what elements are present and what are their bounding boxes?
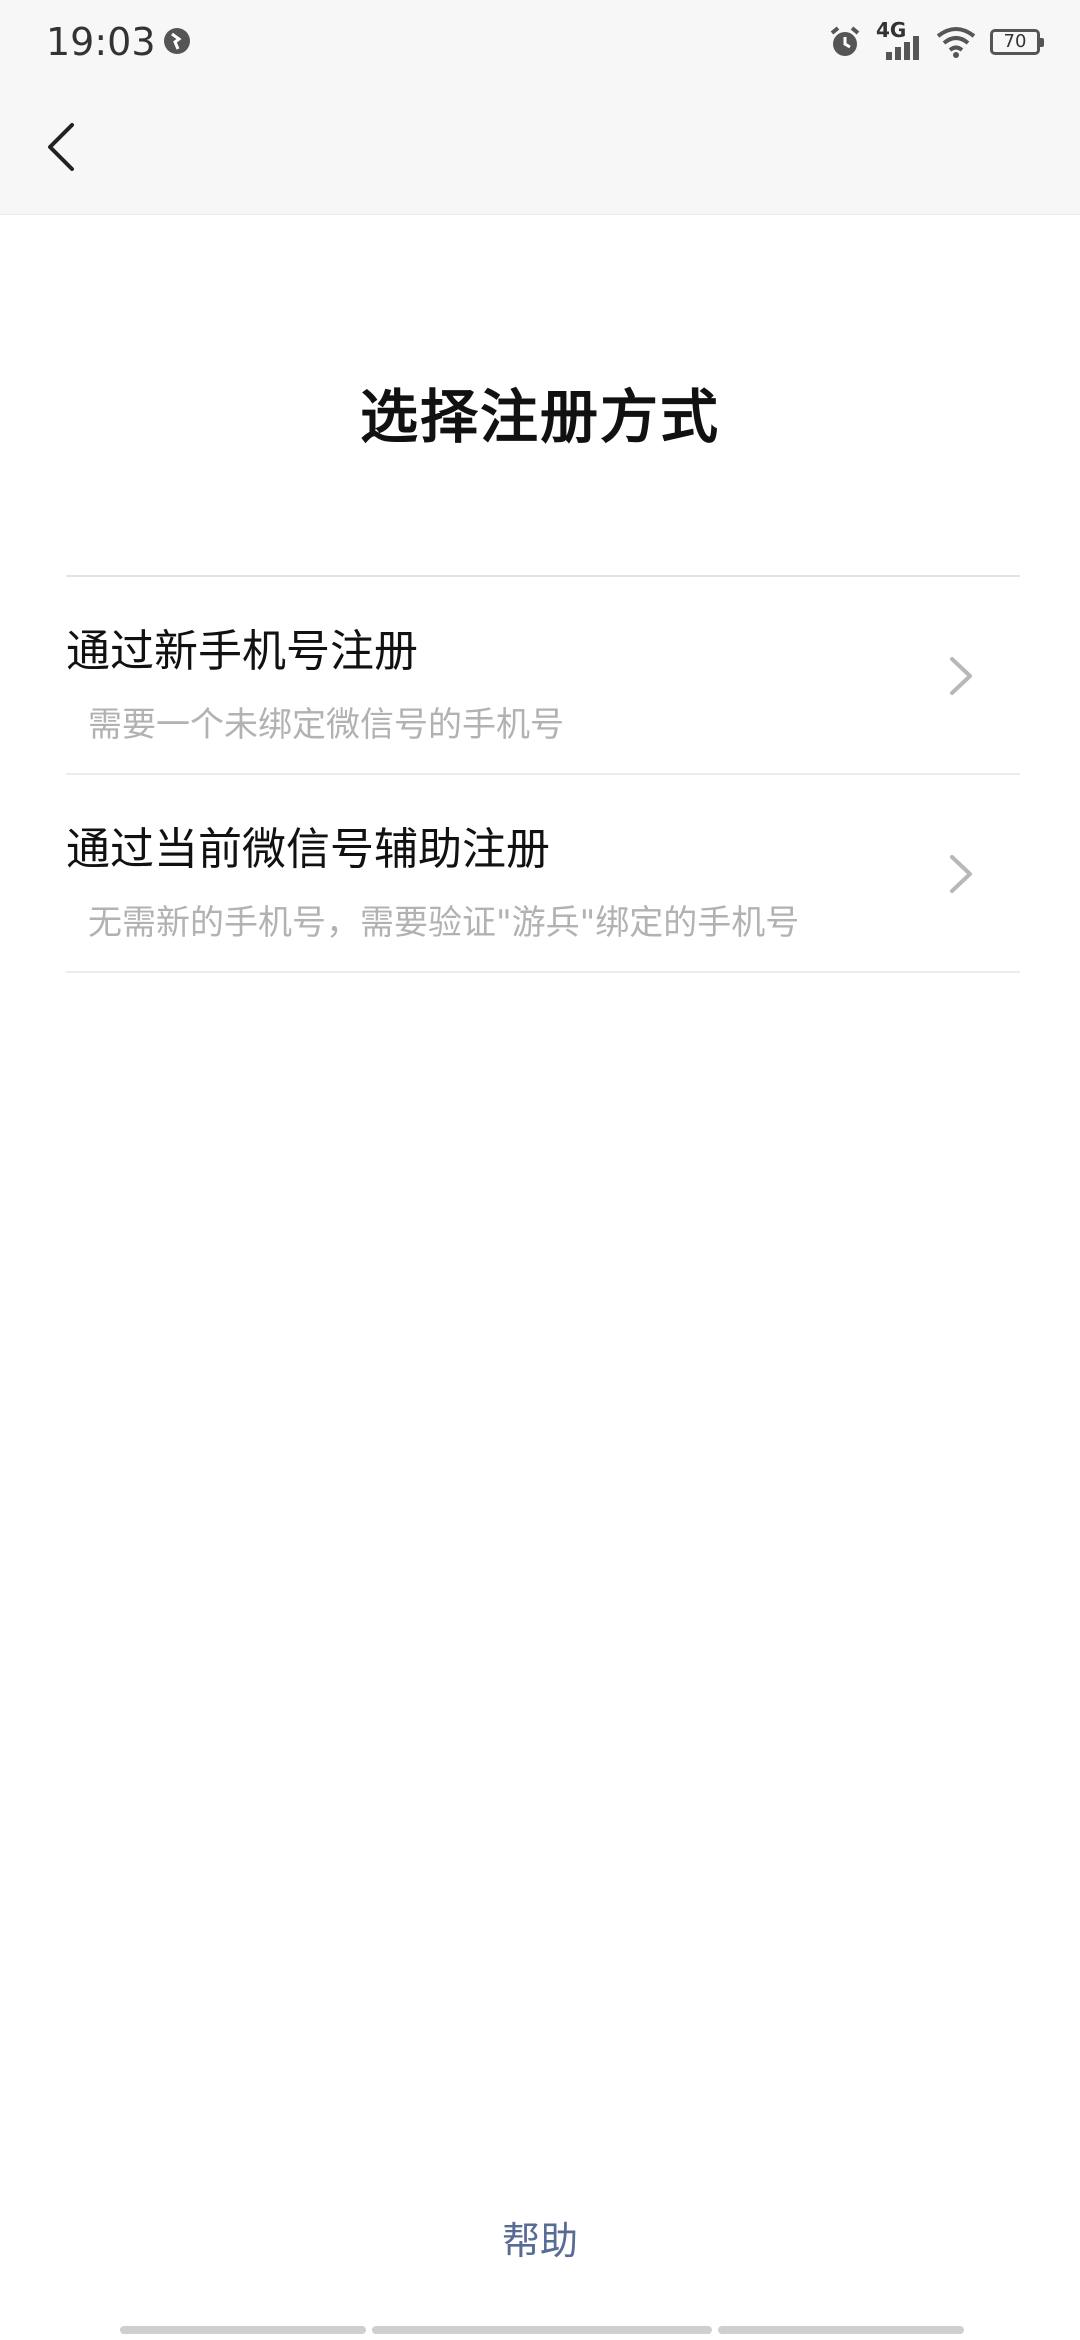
- option-title: 通过当前微信号辅助注册: [66, 824, 550, 875]
- status-bar: 19:03 4G 70: [0, 0, 1080, 84]
- battery-level: 70: [1003, 31, 1027, 52]
- option-description: 需要一个未绑定微信号的手机号: [88, 705, 564, 745]
- help-link[interactable]: 帮助: [0, 2210, 1080, 2265]
- page-title: 选择注册方式: [359, 383, 720, 451]
- status-time: 19:03: [46, 20, 156, 64]
- option-new-phone[interactable]: 通过新手机号注册 需要一个未绑定微信号的手机号: [66, 577, 1020, 775]
- nav-bar: [0, 84, 1080, 215]
- option-title: 通过新手机号注册: [66, 626, 418, 677]
- battery-icon: 70: [990, 29, 1044, 55]
- alarm-icon: [830, 26, 860, 56]
- chevron-left-icon: [48, 123, 74, 171]
- home-indicator-left[interactable]: [120, 2326, 366, 2334]
- back-button[interactable]: [26, 112, 96, 182]
- vpn-icon: [164, 28, 190, 54]
- option-description: 无需新的手机号，需要验证"游兵"绑定的手机号: [88, 903, 800, 943]
- status-icons: 4G 70: [828, 18, 1044, 64]
- chevron-right-icon: [950, 855, 972, 893]
- home-indicator-center[interactable]: [372, 2326, 712, 2334]
- chevron-right-icon: [950, 657, 972, 695]
- option-assisted-register[interactable]: 通过当前微信号辅助注册 无需新的手机号，需要验证"游兵"绑定的手机号: [66, 775, 1020, 973]
- wifi-icon: [936, 27, 976, 58]
- registration-options-list: 通过新手机号注册 需要一个未绑定微信号的手机号 通过当前微信号辅助注册 无需新的…: [66, 575, 1020, 973]
- home-indicator-right[interactable]: [718, 2326, 964, 2334]
- signal-icon: 4G: [876, 18, 922, 62]
